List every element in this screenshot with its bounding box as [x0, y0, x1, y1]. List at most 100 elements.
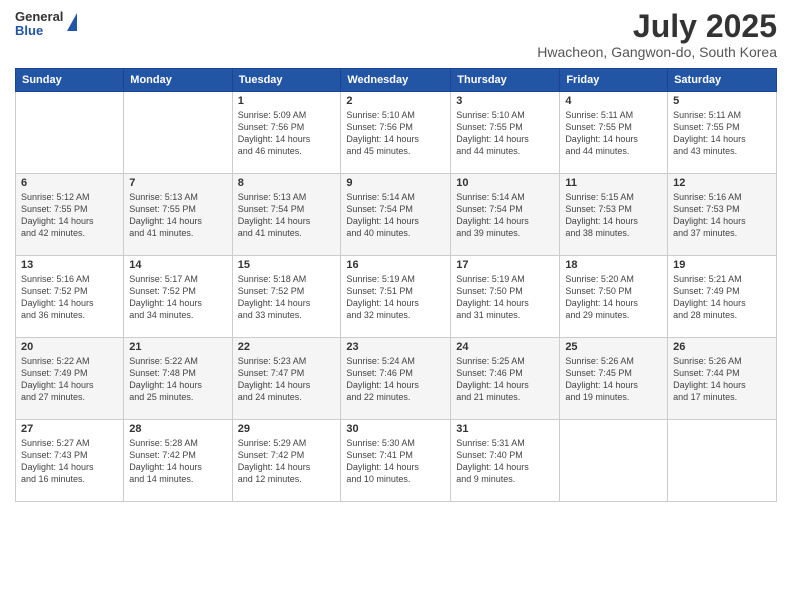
- day-info: Sunrise: 5:25 AM Sunset: 7:46 PM Dayligh…: [456, 355, 554, 404]
- day-info: Sunrise: 5:27 AM Sunset: 7:43 PM Dayligh…: [21, 437, 118, 486]
- logo-text: General Blue: [15, 10, 63, 39]
- calendar-cell: 30Sunrise: 5:30 AM Sunset: 7:41 PM Dayli…: [341, 420, 451, 502]
- calendar-cell: 6 Sunrise: 5:12 AM Sunset: 7:55 PM Daylig…: [16, 174, 124, 256]
- calendar-cell: 19 Sunrise: 5:21 AM Sunset: 7:49 PM Dayli…: [668, 256, 777, 338]
- calendar-week-1: 1Sunrise: 5:09 AM Sunset: 7:56 PM Daylig…: [16, 92, 777, 174]
- day-info: Sunrise: 5:28 AM Sunset: 7:42 PM Dayligh…: [129, 437, 226, 486]
- calendar-cell: 9 Sunrise: 5:14 AM Sunset: 7:54 PM Daylig…: [341, 174, 451, 256]
- day-info: Sunrise: 5:13 AM Sunset: 7:55 PM Dayligh…: [129, 191, 226, 240]
- calendar-cell: 26 Sunrise: 5:26 AM Sunset: 7:44 PM Dayli…: [668, 338, 777, 420]
- day-number: 10: [456, 177, 554, 189]
- day-number: 18: [565, 259, 662, 271]
- col-wednesday: Wednesday: [341, 69, 451, 92]
- calendar-cell: 23Sunrise: 5:24 AM Sunset: 7:46 PM Dayli…: [341, 338, 451, 420]
- day-info: Sunrise: 5:15 AM Sunset: 7:53 PM Dayligh…: [565, 191, 662, 240]
- calendar-cell: 21Sunrise: 5:22 AM Sunset: 7:48 PM Dayli…: [124, 338, 232, 420]
- day-number: 8: [238, 177, 336, 189]
- calendar-cell: 13Sunrise: 5:16 AM Sunset: 7:52 PM Dayli…: [16, 256, 124, 338]
- day-number: 30: [346, 423, 445, 435]
- calendar-cell: [124, 92, 232, 174]
- calendar-cell: 7 Sunrise: 5:13 AM Sunset: 7:55 PM Daylig…: [124, 174, 232, 256]
- day-info: Sunrise: 5:19 AM Sunset: 7:50 PM Dayligh…: [456, 273, 554, 322]
- col-monday: Monday: [124, 69, 232, 92]
- day-info: Sunrise: 5:21 AM Sunset: 7:49 PM Dayligh…: [673, 273, 771, 322]
- day-number: 16: [346, 259, 445, 271]
- day-info: Sunrise: 5:11 AM Sunset: 7:55 PM Dayligh…: [673, 109, 771, 158]
- day-number: 6: [21, 177, 118, 189]
- day-number: 3: [456, 95, 554, 107]
- day-number: 4: [565, 95, 662, 107]
- calendar-cell: 4 Sunrise: 5:11 AM Sunset: 7:55 PM Daylig…: [560, 92, 668, 174]
- calendar-cell: 8 Sunrise: 5:13 AM Sunset: 7:54 PM Daylig…: [232, 174, 341, 256]
- calendar-cell: 12Sunrise: 5:16 AM Sunset: 7:53 PM Dayli…: [668, 174, 777, 256]
- day-number: 7: [129, 177, 226, 189]
- calendar-cell: 31Sunrise: 5:31 AM Sunset: 7:40 PM Dayli…: [451, 420, 560, 502]
- day-info: Sunrise: 5:10 AM Sunset: 7:55 PM Dayligh…: [456, 109, 554, 158]
- col-friday: Friday: [560, 69, 668, 92]
- calendar-cell: 17 Sunrise: 5:19 AM Sunset: 7:50 PM Dayli…: [451, 256, 560, 338]
- calendar-cell: 5Sunrise: 5:11 AM Sunset: 7:55 PM Daylig…: [668, 92, 777, 174]
- day-info: Sunrise: 5:14 AM Sunset: 7:54 PM Dayligh…: [456, 191, 554, 240]
- day-info: Sunrise: 5:20 AM Sunset: 7:50 PM Dayligh…: [565, 273, 662, 322]
- calendar-cell: 14 Sunrise: 5:17 AM Sunset: 7:52 PM Dayli…: [124, 256, 232, 338]
- day-number: 28: [129, 423, 226, 435]
- calendar-cell: 18 Sunrise: 5:20 AM Sunset: 7:50 PM Dayli…: [560, 256, 668, 338]
- day-number: 11: [565, 177, 662, 189]
- day-info: Sunrise: 5:23 AM Sunset: 7:47 PM Dayligh…: [238, 355, 336, 404]
- day-number: 15: [238, 259, 336, 271]
- calendar-cell: 22 Sunrise: 5:23 AM Sunset: 7:47 PM Dayli…: [232, 338, 341, 420]
- day-number: 22: [238, 341, 336, 353]
- col-thursday: Thursday: [451, 69, 560, 92]
- header: General Blue July 2025 Hwacheon, Gangwon…: [15, 10, 777, 60]
- day-info: Sunrise: 5:14 AM Sunset: 7:54 PM Dayligh…: [346, 191, 445, 240]
- calendar-cell: 10 Sunrise: 5:14 AM Sunset: 7:54 PM Dayli…: [451, 174, 560, 256]
- day-number: 29: [238, 423, 336, 435]
- day-info: Sunrise: 5:11 AM Sunset: 7:55 PM Dayligh…: [565, 109, 662, 158]
- calendar-cell: 27 Sunrise: 5:27 AM Sunset: 7:43 PM Dayli…: [16, 420, 124, 502]
- day-info: Sunrise: 5:13 AM Sunset: 7:54 PM Dayligh…: [238, 191, 336, 240]
- logo-line2: Blue: [15, 24, 63, 38]
- day-info: Sunrise: 5:22 AM Sunset: 7:49 PM Dayligh…: [21, 355, 118, 404]
- calendar-cell: 15Sunrise: 5:18 AM Sunset: 7:52 PM Dayli…: [232, 256, 341, 338]
- day-info: Sunrise: 5:19 AM Sunset: 7:51 PM Dayligh…: [346, 273, 445, 322]
- logo-line1: General: [15, 10, 63, 24]
- day-number: 24: [456, 341, 554, 353]
- day-number: 2: [346, 95, 445, 107]
- day-number: 31: [456, 423, 554, 435]
- calendar-week-5: 27 Sunrise: 5:27 AM Sunset: 7:43 PM Dayli…: [16, 420, 777, 502]
- calendar-cell: [560, 420, 668, 502]
- calendar-cell: 25Sunrise: 5:26 AM Sunset: 7:45 PM Dayli…: [560, 338, 668, 420]
- calendar-week-2: 6 Sunrise: 5:12 AM Sunset: 7:55 PM Daylig…: [16, 174, 777, 256]
- calendar-cell: 16 Sunrise: 5:19 AM Sunset: 7:51 PM Dayli…: [341, 256, 451, 338]
- col-saturday: Saturday: [668, 69, 777, 92]
- day-number: 9: [346, 177, 445, 189]
- day-number: 26: [673, 341, 771, 353]
- logo-triangle-icon: [67, 13, 77, 31]
- day-number: 17: [456, 259, 554, 271]
- day-info: Sunrise: 5:24 AM Sunset: 7:46 PM Dayligh…: [346, 355, 445, 404]
- day-info: Sunrise: 5:26 AM Sunset: 7:44 PM Dayligh…: [673, 355, 771, 404]
- calendar-cell: 20Sunrise: 5:22 AM Sunset: 7:49 PM Dayli…: [16, 338, 124, 420]
- title-block: July 2025 Hwacheon, Gangwon-do, South Ko…: [537, 10, 777, 60]
- day-number: 19: [673, 259, 771, 271]
- title-location: Hwacheon, Gangwon-do, South Korea: [537, 44, 777, 60]
- day-number: 1: [238, 95, 336, 107]
- calendar-cell: [16, 92, 124, 174]
- day-number: 14: [129, 259, 226, 271]
- calendar-cell: 28 Sunrise: 5:28 AM Sunset: 7:42 PM Dayli…: [124, 420, 232, 502]
- calendar-cell: 24 Sunrise: 5:25 AM Sunset: 7:46 PM Dayli…: [451, 338, 560, 420]
- day-info: Sunrise: 5:17 AM Sunset: 7:52 PM Dayligh…: [129, 273, 226, 322]
- title-month: July 2025: [537, 10, 777, 42]
- col-sunday: Sunday: [16, 69, 124, 92]
- calendar-cell: 3 Sunrise: 5:10 AM Sunset: 7:55 PM Daylig…: [451, 92, 560, 174]
- day-info: Sunrise: 5:16 AM Sunset: 7:53 PM Dayligh…: [673, 191, 771, 240]
- day-number: 27: [21, 423, 118, 435]
- day-number: 13: [21, 259, 118, 271]
- calendar-cell: 1Sunrise: 5:09 AM Sunset: 7:56 PM Daylig…: [232, 92, 341, 174]
- day-info: Sunrise: 5:12 AM Sunset: 7:55 PM Dayligh…: [21, 191, 118, 240]
- page: General Blue July 2025 Hwacheon, Gangwon…: [0, 0, 792, 612]
- calendar-cell: 29Sunrise: 5:29 AM Sunset: 7:42 PM Dayli…: [232, 420, 341, 502]
- day-info: Sunrise: 5:22 AM Sunset: 7:48 PM Dayligh…: [129, 355, 226, 404]
- calendar-header-row: Sunday Monday Tuesday Wednesday Thursday…: [16, 69, 777, 92]
- calendar-cell: [668, 420, 777, 502]
